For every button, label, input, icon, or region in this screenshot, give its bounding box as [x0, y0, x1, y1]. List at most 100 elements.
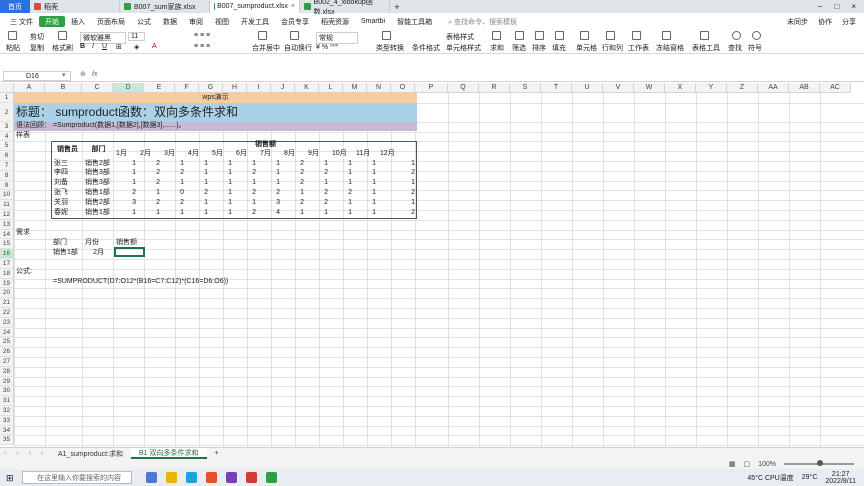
table-cell-name[interactable]: 张三	[52, 159, 70, 169]
req-month-value[interactable]: 2月	[83, 248, 106, 258]
table-cell-value[interactable]: 1	[354, 168, 378, 178]
menu-item[interactable]: 插入	[65, 16, 91, 27]
sample-label[interactable]: 样表	[14, 131, 32, 141]
chrome-icon[interactable]	[206, 472, 217, 483]
taskbar-search-input[interactable]: 在这里输入你要搜索的内容	[22, 471, 132, 484]
clock-time[interactable]: 21:27	[832, 471, 850, 478]
row-header[interactable]: 6	[0, 151, 14, 161]
table-cell-value[interactable]: 2	[138, 159, 162, 169]
filter-button[interactable]: 筛选	[512, 43, 526, 53]
row-col-icon[interactable]	[606, 31, 615, 40]
minimize-icon[interactable]: −	[818, 2, 823, 11]
column-header[interactable]: D	[113, 83, 144, 93]
req-header-dept[interactable]: 部门	[51, 238, 69, 248]
table-cell-value[interactable]: 1	[186, 159, 210, 169]
onenote-icon[interactable]	[226, 472, 237, 483]
windows-start-icon[interactable]: ⊞	[6, 473, 14, 484]
table-cell-value[interactable]: 1	[162, 208, 186, 218]
table-cell-value[interactable]: 2	[306, 168, 330, 178]
row-header[interactable]: 9	[0, 180, 14, 191]
table-cell-value[interactable]: 1	[210, 159, 234, 169]
maximize-icon[interactable]: □	[834, 2, 839, 11]
row-header[interactable]: 19	[0, 278, 14, 289]
app-icon[interactable]	[146, 472, 157, 483]
column-header[interactable]: P	[415, 83, 448, 93]
table-cell-value[interactable]: 1	[354, 188, 378, 198]
active-cell-D16[interactable]	[114, 247, 145, 257]
border-icon[interactable]: ⊞	[116, 43, 122, 51]
menu-item[interactable]: Smartbi	[355, 16, 391, 27]
wechat-icon[interactable]	[266, 472, 277, 483]
column-header[interactable]: C	[82, 83, 113, 93]
column-header[interactable]: AA	[758, 83, 789, 93]
table-cell-value[interactable]: 2	[114, 188, 138, 198]
table-cell-name[interactable]: 刘备	[52, 178, 70, 188]
month-header[interactable]: 10月	[330, 149, 349, 159]
row-header[interactable]: 8	[0, 170, 14, 181]
column-header[interactable]: K	[295, 83, 319, 93]
sync-status[interactable]: 未同步	[787, 17, 808, 27]
find-button[interactable]: 查找	[728, 43, 742, 53]
table-cell-value[interactable]: 2	[234, 188, 258, 198]
edge-icon[interactable]	[186, 472, 197, 483]
menu-item[interactable]: 稻壳资源	[315, 16, 355, 27]
sheet-tab-active[interactable]: B1 双向多条件求和	[130, 448, 207, 459]
row-header[interactable]: 20	[0, 288, 14, 299]
menu-item[interactable]: 开始	[38, 16, 65, 27]
row-header[interactable]: 35	[0, 435, 14, 446]
paste-button[interactable]: 粘贴	[6, 43, 20, 53]
requirement-label[interactable]: 需求	[14, 228, 32, 238]
table-cell-value[interactable]: 2	[306, 198, 330, 208]
table-cell-value[interactable]: 1	[330, 198, 354, 208]
row-header[interactable]: 13	[0, 219, 14, 230]
table-cell-name[interactable]: 李四	[52, 168, 70, 178]
row-header[interactable]: 11	[0, 200, 14, 210]
column-header[interactable]: R	[479, 83, 510, 93]
table-cell-value[interactable]: 1	[330, 159, 354, 169]
table-cell-name[interactable]: 张飞	[52, 188, 70, 198]
column-header[interactable]: X	[665, 83, 696, 93]
row-header[interactable]: 24	[0, 327, 14, 338]
table-cell-value[interactable]: 1	[258, 159, 282, 169]
view-page-icon[interactable]: ▢	[743, 460, 750, 468]
sort-icon[interactable]	[535, 31, 544, 40]
table-tools-icon[interactable]	[700, 31, 709, 40]
home-tab[interactable]: 首页	[0, 0, 30, 13]
freeze-panes-icon[interactable]	[662, 31, 671, 40]
menu-item[interactable]: 智能工具箱	[391, 16, 438, 27]
menu-file[interactable]: 三 文件	[4, 16, 39, 27]
row-header[interactable]: 32	[0, 406, 14, 416]
column-header[interactable]: Y	[696, 83, 727, 93]
view-normal-icon[interactable]: ▦	[729, 460, 736, 468]
table-cell-value[interactable]: 1	[306, 159, 330, 169]
table-cell-value[interactable]: 1	[378, 198, 417, 208]
sum-button[interactable]: 求和	[490, 43, 504, 53]
zoom-slider[interactable]	[784, 460, 854, 466]
column-header[interactable]: L	[319, 83, 343, 93]
table-cell-value[interactable]: 1	[234, 198, 258, 208]
align-left-icon[interactable]: ≡ ≡ ≡	[194, 43, 210, 50]
clock-date[interactable]: 2022/8/11	[825, 478, 856, 485]
format-painter-button[interactable]: 格式刷	[52, 43, 73, 53]
wps-icon[interactable]	[246, 472, 257, 483]
month-header[interactable]: 3月	[162, 149, 177, 159]
table-cell-value[interactable]: 1	[114, 178, 138, 188]
table-cell-value[interactable]: 2	[258, 188, 282, 198]
column-header[interactable]: I	[247, 83, 271, 93]
month-header[interactable]: 4月	[186, 149, 201, 159]
formula-label[interactable]: 公式:	[14, 267, 34, 277]
row-header[interactable]: 14	[0, 229, 14, 240]
table-cell-value[interactable]: 1	[210, 168, 234, 178]
fx-icon[interactable]: fx	[92, 71, 97, 78]
month-header[interactable]: 8月	[282, 149, 297, 159]
table-cell-value[interactable]: 2	[234, 208, 258, 218]
table-cell-value[interactable]: 2	[330, 188, 354, 198]
select-all-corner[interactable]	[0, 83, 14, 93]
table-cell-dept[interactable]: 销售1部	[83, 188, 112, 198]
zoom-level[interactable]: 100%	[758, 461, 776, 468]
row-header[interactable]: 28	[0, 366, 14, 377]
row-header[interactable]: 1	[0, 93, 14, 103]
sheet-tab[interactable]: A1_sumproduct:求和	[50, 448, 131, 459]
cell-style-button[interactable]: 单元格样式	[446, 43, 481, 53]
column-header[interactable]: AB	[789, 83, 820, 93]
